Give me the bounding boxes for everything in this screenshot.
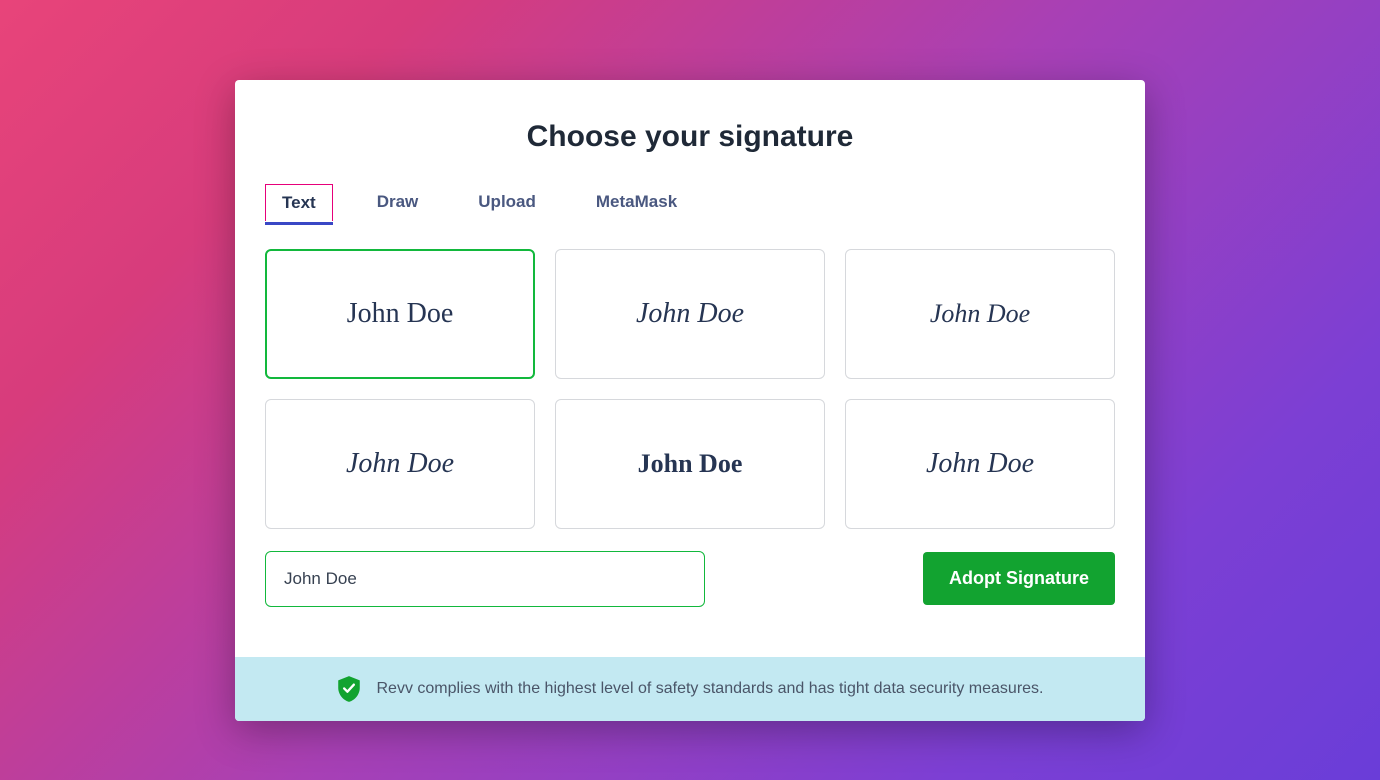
signature-option-5[interactable]: John Doe — [555, 399, 825, 529]
tab-draw[interactable]: Draw — [361, 184, 435, 221]
modal-title: Choose your signature — [265, 120, 1115, 154]
signature-preview: John Doe — [347, 298, 454, 330]
signature-option-6[interactable]: John Doe — [845, 399, 1115, 529]
signature-option-4[interactable]: John Doe — [265, 399, 535, 529]
signature-option-1[interactable]: John Doe — [265, 249, 535, 379]
signature-preview: John Doe — [926, 448, 1034, 480]
signature-option-3[interactable]: John Doe — [845, 249, 1115, 379]
tab-metamask[interactable]: MetaMask — [580, 184, 693, 221]
signature-preview: John Doe — [930, 299, 1030, 329]
security-footer: Revv complies with the highest level of … — [235, 657, 1145, 721]
signature-preview: John Doe — [346, 448, 454, 480]
footer-text: Revv complies with the highest level of … — [376, 680, 1043, 698]
tab-text[interactable]: Text — [265, 184, 333, 221]
signature-grid: John Doe John Doe John Doe John Doe John… — [265, 249, 1115, 529]
tabs-container: Text Draw Upload MetaMask — [265, 184, 1115, 221]
adopt-signature-button[interactable]: Adopt Signature — [923, 552, 1115, 605]
modal-content: Choose your signature Text Draw Upload M… — [235, 80, 1145, 657]
signature-option-2[interactable]: John Doe — [555, 249, 825, 379]
signature-modal: Choose your signature Text Draw Upload M… — [235, 80, 1145, 721]
tab-upload[interactable]: Upload — [462, 184, 552, 221]
name-input[interactable] — [265, 551, 705, 607]
bottom-row: Adopt Signature — [265, 551, 1115, 607]
signature-preview: John Doe — [638, 449, 743, 479]
signature-preview: John Doe — [636, 298, 744, 330]
shield-check-icon — [336, 675, 362, 703]
